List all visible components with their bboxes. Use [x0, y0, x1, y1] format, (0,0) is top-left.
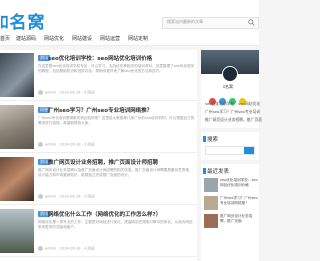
recent-posts-widget: 最近发表 seo优化培训学校：seo网站优化培训价格 广州seo学习？广州seo…: [201, 164, 259, 261]
post-excerpt: 在这里是seo优化培训学校专区，可以学习、实战优化等相关的培训资料。这里整理了s…: [38, 64, 195, 74]
search-input[interactable]: 搜索站内最新的文章: [162, 17, 259, 29]
site-link[interactable]: seo优化培训学校：seo网站优化: [205, 101, 260, 107]
author-avatar: [38, 246, 43, 251]
nav-item-custom[interactable]: 网站定制: [128, 35, 148, 42]
sidebar-search-button[interactable]: [244, 147, 254, 154]
post-meta-text: admin · 2024-06-18 · 3 阅读: [45, 142, 95, 147]
post-meta-text: admin · 2024-06-18 · 4 阅读: [45, 90, 95, 95]
list-item[interactable]: 资讯 推广网页设计业务招聘，推广页面设计师招聘 推广网页设计业务招聘以及推广页面…: [0, 154, 197, 205]
recent-thumbnail[interactable]: [204, 196, 218, 210]
author-avatar: [38, 142, 43, 147]
post-title[interactable]: 网络优化什么工作（网络优化的工作怎么样?）: [48, 210, 161, 218]
post-list: 资讯 seo优化培训学校：seo网站优化培训价格 在这里是seo优化培训学校专区…: [0, 50, 197, 261]
nav-item-operate[interactable]: 网站运营: [100, 35, 120, 42]
search-placeholder: 搜索站内最新的文章: [167, 19, 203, 24]
author-avatar: [38, 194, 43, 199]
list-item[interactable]: 资讯 网络优化什么工作（网络优化的工作怎么样?） 网络优化是一项专业的工作，主要…: [0, 206, 197, 257]
nav-item-seo[interactable]: 网站优化: [44, 35, 64, 42]
heading-marker-icon: [203, 168, 206, 174]
nav-item-source[interactable]: 建站源码: [16, 35, 36, 42]
search-icon[interactable]: [248, 19, 255, 26]
site-header: ﾛ名窝 搜索站内最新的文章: [0, 0, 259, 34]
list-item[interactable]: 问答 广州seo学习？广州seo专业培训网络推？ 广州seo专业培训是哪家机构比…: [0, 102, 197, 153]
search-widget: 搜索: [201, 132, 259, 160]
post-excerpt: 网络优化是一项专业的工作，主要是对网站进行优化，提高网站在搜索引擎中的排名，从而…: [38, 220, 193, 230]
sidebar: ﾛ名窝 seo优化培训学校：seo网站优化 广州seo学习？广州seo专业培训 …: [201, 50, 262, 261]
heading-marker-icon: [203, 136, 206, 142]
recent-post-link[interactable]: seo优化培训学校：seo网站优化培训价格: [220, 178, 258, 192]
nav-item-build[interactable]: 网站建设: [72, 35, 92, 42]
post-meta: admin · 2024-06-18 · 3 阅读: [38, 142, 95, 148]
recent-thumbnail[interactable]: [204, 178, 218, 192]
profile-card: ﾛ名窝 seo优化培训学校：seo网站优化 广州seo学习？广州seo专业培训 …: [201, 50, 262, 128]
post-title[interactable]: 推广网页设计业务招聘，推广页面设计师招聘: [48, 158, 158, 166]
post-excerpt: 广州seo专业培训是哪家机构比较好呢？这里给大家推荐几家广州的seo培训机构，可…: [38, 116, 195, 126]
site-link[interactable]: 广州seo学习？广州seo专业培训: [205, 109, 260, 115]
avatar[interactable]: [222, 66, 238, 82]
post-meta-text: admin · 2024-06-18 · 5 阅读: [45, 194, 95, 199]
post-thumbnail[interactable]: [0, 105, 34, 149]
nav-item-home[interactable]: 首页: [0, 35, 10, 42]
post-thumbnail[interactable]: [0, 53, 34, 97]
author-avatar: [38, 90, 43, 95]
list-item[interactable]: 资讯 seo优化培训学校：seo网站优化培训价格 在这里是seo优化培训学校专区…: [0, 50, 197, 101]
post-thumbnail[interactable]: [0, 157, 34, 201]
post-meta: admin · 2024-06-18 · 4 阅读: [38, 90, 95, 96]
post-meta: admin · 2024-06-18 · 5 阅读: [38, 194, 95, 200]
site-logo[interactable]: ﾛ名窝: [0, 8, 46, 33]
post-title[interactable]: 广州seo学习？广州seo专业培训网络推？: [48, 106, 152, 114]
post-title[interactable]: seo优化培训学校：seo网站优化培训价格: [48, 54, 152, 62]
post-meta-text: admin · 2024-06-18 · 4 阅读: [45, 246, 95, 251]
recent-post-link[interactable]: 推广网页设计业务招聘，推广页面: [220, 214, 258, 228]
recent-post-link[interactable]: 广州seo学习？广州seo专业培训网络推？: [220, 196, 258, 210]
site-link[interactable]: 推广网页设计业务招聘，推广页面: [205, 117, 262, 123]
main-nav: 首页 建站源码 网站优化 网站建设 网站运营 网站定制: [0, 34, 259, 46]
post-meta: admin · 2024-06-18 · 4 阅读: [38, 246, 95, 252]
post-thumbnail[interactable]: [0, 209, 34, 253]
post-excerpt: 推广网页设计业务招聘以及推广页面设计师招聘的相关信息。推广页面设计师需要具备创意…: [38, 168, 193, 178]
recent-heading: 最近发表: [207, 169, 230, 175]
search-heading: 搜索: [207, 137, 219, 143]
sidebar-search-input[interactable]: [205, 146, 255, 155]
recent-thumbnail[interactable]: [204, 214, 218, 228]
